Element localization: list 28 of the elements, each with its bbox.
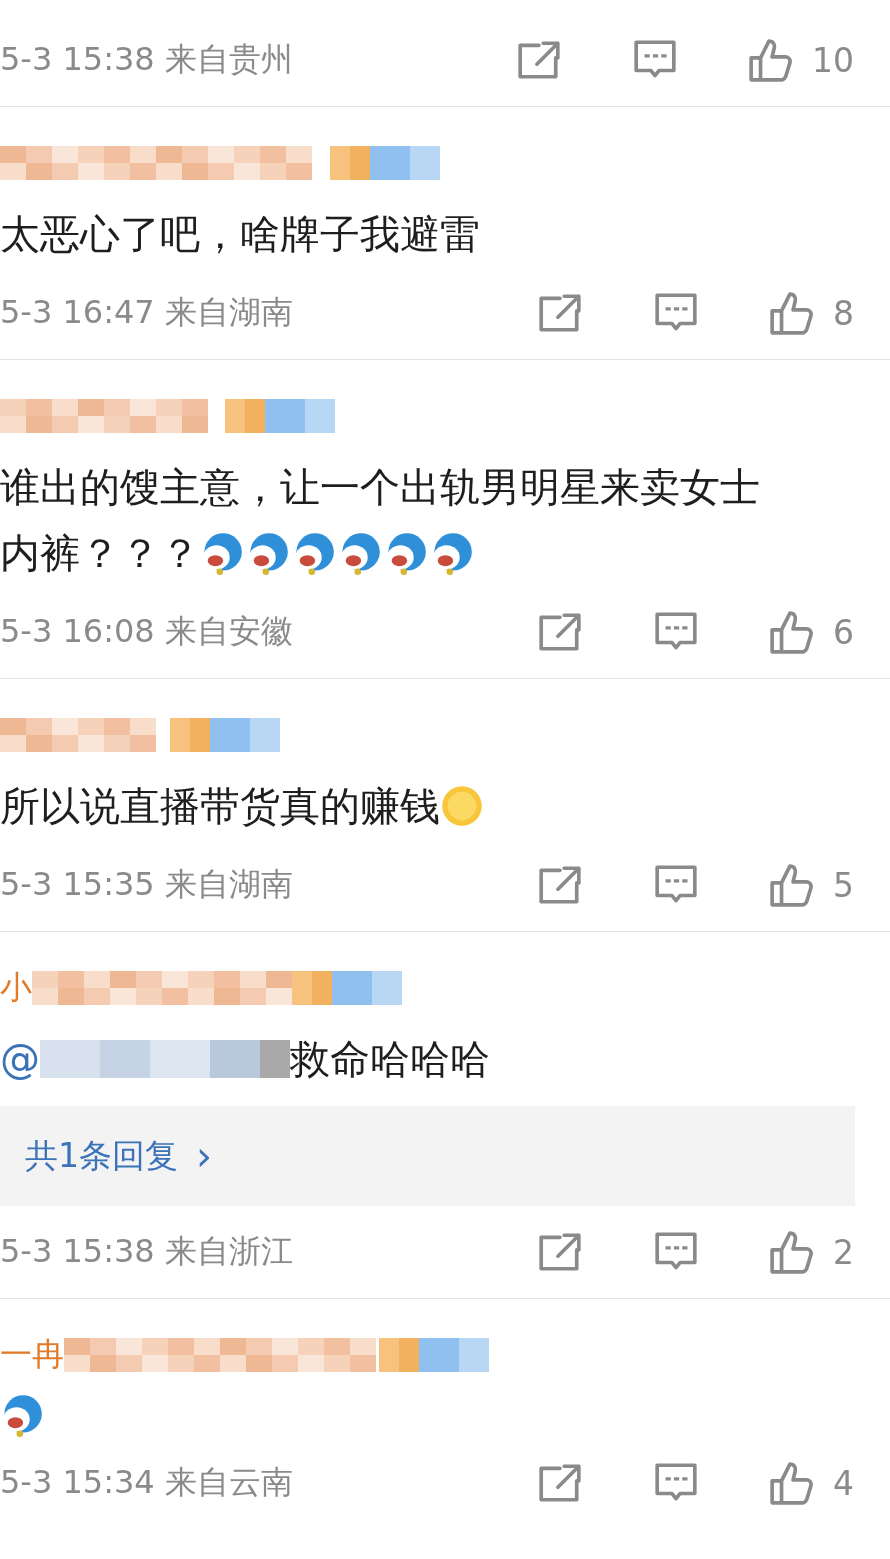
like-icon[interactable] (769, 862, 815, 908)
like-count: 4 (833, 1463, 854, 1503)
like-icon[interactable] (769, 609, 815, 655)
comment-time: 5-3 15:35 来自湖南 (0, 864, 293, 905)
comment-text: 内裤？？？ (0, 529, 200, 578)
comment-time: 5-3 15:34 来自云南 (0, 1462, 293, 1503)
comment-text: 谁出的馊主意，让一个出轨男明星来卖女士 (0, 463, 760, 512)
comment-text: 所以说直播带货真的赚钱 (0, 782, 440, 831)
like-count: 10 (812, 40, 854, 80)
like-count: 8 (833, 293, 854, 333)
comment-time: 5-3 16:47 来自湖南 (0, 292, 293, 333)
username[interactable]: 小 (0, 966, 32, 1010)
comment-text: 太恶心了吧，啥牌子我避雷 (0, 210, 480, 259)
comment-time: 5-3 15:38 来自浙江 (0, 1231, 293, 1272)
like-icon[interactable] (748, 37, 794, 83)
like-count: 5 (833, 865, 854, 905)
like-icon[interactable] (769, 1229, 815, 1275)
mention-link[interactable]: @ (0, 1026, 40, 1092)
username[interactable]: 一冉 (0, 1333, 64, 1377)
replies-link[interactable]: 共1条回复 › (0, 1106, 855, 1206)
like-icon[interactable] (769, 290, 815, 336)
like-count: 2 (833, 1232, 854, 1272)
comment-text: 救命哈哈哈 (290, 1035, 490, 1084)
comment-time: 5-3 15:38 来自贵州 (0, 39, 293, 80)
like-icon[interactable] (769, 1460, 815, 1506)
emoji-icon (440, 784, 484, 828)
like-count: 6 (833, 612, 854, 652)
comment-time: 5-3 16:08 来自安徽 (0, 611, 293, 652)
